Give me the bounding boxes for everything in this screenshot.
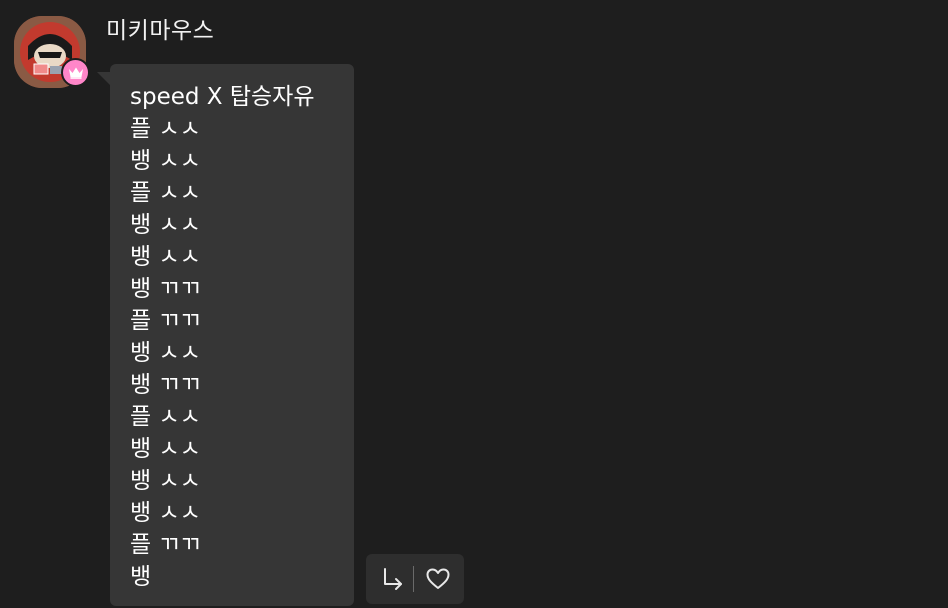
message-line: 뱅 ㅅㅅ (130, 244, 201, 270)
heart-icon (426, 568, 450, 589)
message-line: 플 ㄲㄲ (130, 308, 201, 334)
message-line: 뱅 ㅅㅅ (130, 340, 201, 366)
message-line: 플 ㅅㅅ (130, 180, 201, 206)
message-line: 뱅 ㄲㄲ (130, 372, 201, 398)
message-line: 플 ㅅㅅ (130, 116, 201, 142)
action-divider (413, 566, 414, 592)
bubble-tail (97, 72, 111, 86)
message-line: 플 ㄲㄲ (130, 532, 201, 558)
crown-icon (68, 67, 83, 79)
message-line: 뱅 ㅅㅅ (130, 148, 201, 174)
message-line: 뱅 ㅅㅅ (130, 212, 201, 238)
message-line: 뱅 ㅅㅅ (130, 500, 201, 526)
like-button[interactable] (423, 564, 453, 594)
reply-arrow-icon (384, 568, 402, 590)
message-actions (366, 554, 464, 604)
message-line: 뱅 (130, 564, 152, 590)
message-line: 뱅 ㅅㅅ (130, 468, 201, 494)
message-bubble[interactable]: speed X 탑승자유 플 ㅅㅅ 뱅 ㅅㅅ 플 ㅅㅅ 뱅 ㅅㅅ 뱅 ㅅㅅ 뱅 … (110, 64, 354, 606)
reply-button[interactable] (378, 564, 408, 594)
sender-name: 미키마우스 (106, 18, 215, 44)
crown-badge (61, 58, 90, 87)
message-line: 뱅 ㄲㄲ (130, 276, 201, 302)
message-line: 뱅 ㅅㅅ (130, 436, 201, 462)
message-line: speed X 탑승자유 (130, 84, 315, 110)
message-line: 플 ㅅㅅ (130, 404, 201, 430)
chat-view: 미키마우스 speed X 탑승자유 플 ㅅㅅ 뱅 ㅅㅅ 플 ㅅㅅ 뱅 ㅅㅅ 뱅… (0, 0, 948, 608)
